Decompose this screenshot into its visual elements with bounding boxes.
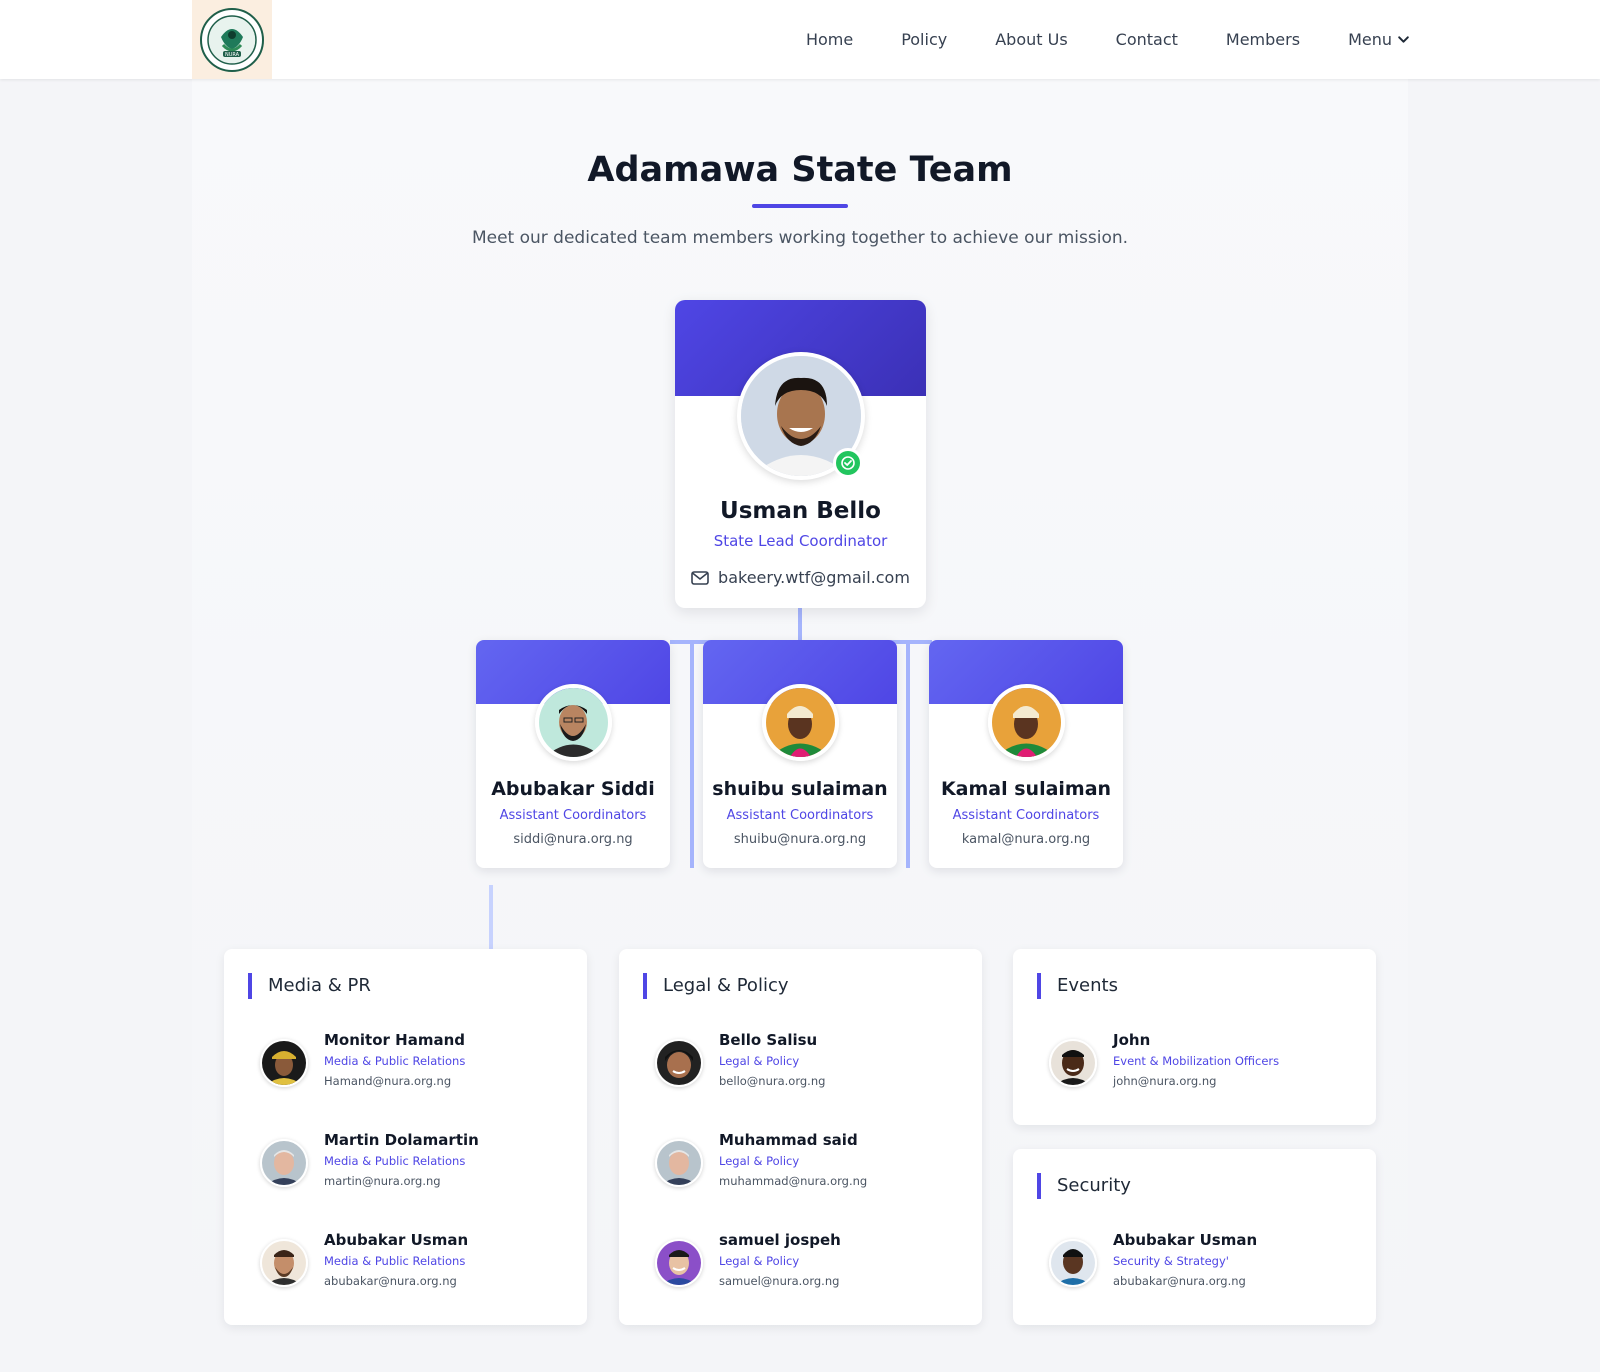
connector-left-vertical <box>690 640 694 868</box>
member-role: Media & Public Relations <box>324 1054 466 1068</box>
team-member[interactable]: Martin Dolamartin Media & Public Relatio… <box>260 1131 580 1191</box>
member-email[interactable]: muhammad@nura.org.ng <box>719 1174 867 1188</box>
member-role: Legal & Policy <box>719 1254 800 1268</box>
member-role: Media & Public Relations <box>324 1254 466 1268</box>
assistant-avatar <box>988 684 1065 761</box>
lead-card[interactable]: Usman Bello State Lead Coordinator bakee… <box>675 300 926 608</box>
team-member[interactable]: Abubakar Usman Security & Strategy' abub… <box>1049 1231 1369 1291</box>
lead-email-text: bakeery.wtf@gmail.com <box>718 568 910 587</box>
lead-role: State Lead Coordinator <box>713 532 888 550</box>
assistant-name: Kamal sulaiman <box>940 778 1112 800</box>
team-member[interactable]: Muhammad said Legal & Policy muhammad@nu… <box>655 1131 975 1191</box>
member-email[interactable]: abubakar@nura.org.ng <box>324 1274 457 1288</box>
person-photo-icon <box>992 688 1061 757</box>
connector-departments <box>489 885 493 949</box>
mail-icon <box>691 570 709 585</box>
site-header: NURA Home Policy About Us Contact Member… <box>0 0 1600 79</box>
member-role: Security & Strategy' <box>1113 1254 1229 1268</box>
member-name: John <box>1113 1031 1151 1049</box>
member-role: Media & Public Relations <box>324 1154 466 1168</box>
connector-right-vertical <box>906 640 910 868</box>
verified-badge-icon <box>833 448 863 478</box>
nav-members[interactable]: Members <box>1226 30 1300 49</box>
connector-lead-vertical <box>798 608 802 642</box>
team-member[interactable]: Abubakar Usman Media & Public Relations … <box>260 1231 580 1291</box>
member-email[interactable]: john@nura.org.ng <box>1113 1074 1216 1088</box>
assistant-role: Assistant Coordinators <box>726 808 874 823</box>
member-name: Bello Salisu <box>719 1031 818 1049</box>
member-email[interactable]: martin@nura.org.ng <box>324 1174 441 1188</box>
department-card-media-pr: Media & PR Monitor Hamand Media & Public… <box>224 949 587 1325</box>
member-email[interactable]: Hamand@nura.org.ng <box>324 1074 451 1088</box>
lead-name: Usman Bello <box>720 498 881 524</box>
member-role: Legal & Policy <box>719 1154 800 1168</box>
nav-contact[interactable]: Contact <box>1116 30 1178 49</box>
member-avatar <box>1049 1039 1097 1087</box>
member-role: Event & Mobilization Officers <box>1113 1054 1280 1068</box>
assistant-name: shuibu sulaiman <box>712 778 888 800</box>
member-name: Abubakar Usman <box>1113 1231 1258 1249</box>
department-title: Legal & Policy <box>643 973 789 999</box>
department-card-events: Events John Event & Mobilization Officer… <box>1013 949 1376 1125</box>
assistant-email[interactable]: shuibu@nura.org.ng <box>703 832 897 847</box>
team-member[interactable]: samuel jospeh Legal & Policy samuel@nura… <box>655 1231 975 1291</box>
assistant-card[interactable]: shuibu sulaiman Assistant Coordinators s… <box>703 640 897 868</box>
person-photo-icon <box>539 688 608 757</box>
assistant-avatar <box>535 684 612 761</box>
nav-about-us[interactable]: About Us <box>995 30 1067 49</box>
member-role: Legal & Policy <box>719 1054 800 1068</box>
assistant-role: Assistant Coordinators <box>499 808 647 823</box>
department-card-legal-policy: Legal & Policy Bello Salisu Legal & Poli… <box>619 949 982 1325</box>
nav-home[interactable]: Home <box>806 30 853 49</box>
member-avatar <box>655 1239 703 1287</box>
member-avatar <box>260 1239 308 1287</box>
member-email[interactable]: abubakar@nura.org.ng <box>1113 1274 1246 1288</box>
member-name: Abubakar Usman <box>324 1231 469 1249</box>
member-email[interactable]: bello@nura.org.ng <box>719 1074 825 1088</box>
team-member[interactable]: John Event & Mobilization Officers john@… <box>1049 1031 1369 1091</box>
nav-menu-label: Menu <box>1348 30 1392 49</box>
member-name: samuel jospeh <box>719 1231 841 1249</box>
assistant-role: Assistant Coordinators <box>952 808 1100 823</box>
person-photo-icon <box>766 688 835 757</box>
department-title: Security <box>1037 1173 1131 1199</box>
member-name: Muhammad said <box>719 1131 858 1149</box>
page-title: Adamawa State Team <box>587 150 1013 190</box>
department-title: Events <box>1037 973 1118 999</box>
team-member[interactable]: Monitor Hamand Media & Public Relations … <box>260 1031 580 1091</box>
assistant-card[interactable]: Kamal sulaiman Assistant Coordinators ka… <box>929 640 1123 868</box>
member-avatar <box>260 1139 308 1187</box>
member-email[interactable]: samuel@nura.org.ng <box>719 1274 839 1288</box>
main-nav: Home Policy About Us Contact Members Men… <box>758 0 1410 79</box>
member-avatar <box>260 1039 308 1087</box>
assistant-card[interactable]: Abubakar Siddi Assistant Coordinators si… <box>476 640 670 868</box>
department-card-security: Security Abubakar Usman Security & Strat… <box>1013 1149 1376 1325</box>
lead-email[interactable]: bakeery.wtf@gmail.com <box>675 568 926 587</box>
assistant-avatar <box>762 684 839 761</box>
site-logo[interactable]: NURA <box>192 0 272 79</box>
nura-logo-icon: NURA <box>200 7 264 72</box>
assistant-name: Abubakar Siddi <box>491 778 655 800</box>
title-underline <box>752 204 848 208</box>
chevron-down-icon <box>1398 36 1409 43</box>
svg-text:NURA: NURA <box>225 52 240 58</box>
team-member[interactable]: Bello Salisu Legal & Policy bello@nura.o… <box>655 1031 975 1091</box>
nav-menu-dropdown[interactable]: Menu <box>1348 30 1410 49</box>
assistant-email[interactable]: kamal@nura.org.ng <box>929 832 1123 847</box>
nav-policy[interactable]: Policy <box>901 30 947 49</box>
member-avatar <box>1049 1239 1097 1287</box>
member-avatar <box>655 1039 703 1087</box>
department-title: Media & PR <box>248 973 371 999</box>
member-name: Martin Dolamartin <box>324 1131 479 1149</box>
member-name: Monitor Hamand <box>324 1031 465 1049</box>
assistant-email[interactable]: siddi@nura.org.ng <box>476 832 670 847</box>
page-subtitle: Meet our dedicated team members working … <box>471 228 1129 248</box>
member-avatar <box>655 1139 703 1187</box>
